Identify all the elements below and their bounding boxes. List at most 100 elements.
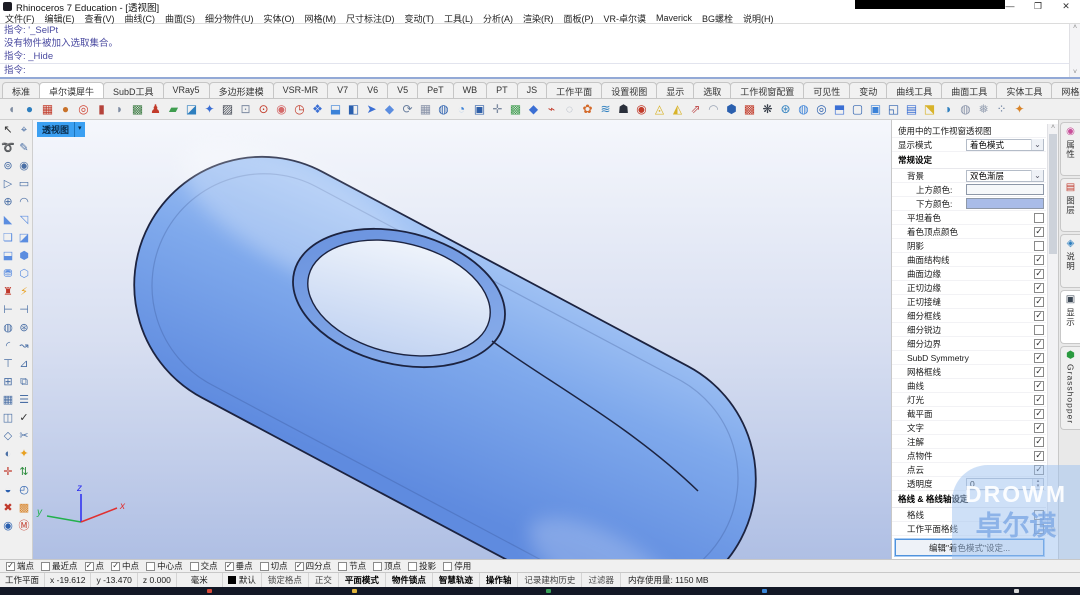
toolbar-tab[interactable]: 工作平面 (546, 82, 603, 98)
osnap-toggle[interactable]: 最近点 (41, 560, 78, 572)
tool-icon[interactable]: ⚡ (17, 284, 32, 300)
toolbar-icon[interactable]: ▰ (166, 101, 181, 117)
toolbar-icon[interactable]: ❅ (976, 101, 991, 117)
status-toggle[interactable]: 操作轴 (480, 573, 519, 587)
osnap-toggle[interactable]: 顶点 (373, 560, 401, 572)
osnap-checkbox[interactable] (84, 561, 94, 571)
toolbar-icon[interactable]: ⬢ (724, 101, 739, 117)
panel-row[interactable]: 正切接缝 (892, 295, 1046, 309)
panel-row[interactable]: 细分边界 (892, 337, 1046, 351)
menu-item[interactable]: 面板(P) (559, 12, 599, 25)
toolbar-tab[interactable]: 显示 (656, 82, 695, 98)
toolbar-icon[interactable]: ♟ (148, 101, 163, 117)
setting-checkbox[interactable] (1034, 282, 1044, 293)
osnap-toggle[interactable]: 点 (84, 560, 104, 572)
panel-row[interactable]: 格线 (892, 508, 1046, 522)
osnap-toggle[interactable]: 四分点 (294, 560, 331, 572)
tool-icon[interactable]: ⌖ (17, 122, 32, 138)
command-area[interactable]: 指令: '_SelPt 没有物件被加入选取集合。 指令: _Hide 指令: (0, 24, 1080, 79)
side-panel-tab[interactable]: ▣ 显示 (1060, 290, 1080, 344)
tool-icon[interactable]: ◍ (1, 320, 16, 336)
toolbar-icon[interactable]: ➤ (364, 101, 379, 117)
side-panel-tab[interactable]: ◉ 属性 (1060, 122, 1080, 176)
command-scrollbar[interactable] (1069, 24, 1080, 77)
osnap-toggle[interactable]: 中心点 (146, 560, 183, 572)
toolbar-tab[interactable]: 实体工具 (996, 82, 1053, 98)
osnap-checkbox[interactable] (189, 561, 199, 571)
units-cell[interactable]: 毫米 (177, 573, 223, 587)
viewport-menu-arrow-icon[interactable]: ▾ (74, 122, 85, 137)
toolbar-icon[interactable]: ❋ (760, 101, 775, 117)
panel-row[interactable]: 格线 & 格线轴设定 (892, 491, 1046, 508)
status-toggle[interactable]: 正交 (309, 573, 339, 587)
command-input[interactable]: 指令: (0, 63, 1080, 77)
tool-icon[interactable]: ☰ (17, 392, 32, 408)
tool-icon[interactable]: ◹ (17, 212, 32, 228)
toolbar-tab[interactable]: PT (486, 82, 518, 98)
toolbar-tab[interactable]: VSR-MR (272, 82, 329, 98)
tool-icon[interactable]: ◉ (1, 518, 16, 534)
tool-icon[interactable]: ◠ (17, 194, 32, 210)
osnap-toggle[interactable]: 交点 (189, 560, 218, 572)
toolbar-tab[interactable]: 标准 (2, 82, 41, 98)
osnap-toggle[interactable]: 停用 (443, 560, 471, 572)
setting-checkbox[interactable] (1034, 212, 1044, 223)
toolbar-icon[interactable]: ◠ (706, 101, 721, 117)
toolbar-tab[interactable]: 设置视图 (601, 82, 658, 98)
toolbar-icon[interactable]: ▨ (220, 101, 235, 117)
close-button[interactable]: ✕ (1052, 0, 1080, 13)
panel-row[interactable]: 细分框线 (892, 309, 1046, 323)
panel-row[interactable]: 曲面结构线 (892, 253, 1046, 267)
tool-icon[interactable]: ⛃ (1, 266, 16, 282)
menu-item[interactable]: 细分物件(U) (200, 12, 259, 25)
setting-checkbox[interactable] (1034, 408, 1044, 419)
setting-checkbox[interactable] (1034, 422, 1044, 433)
toolbar-icon[interactable]: ≋ (598, 101, 613, 117)
toolbar-tab[interactable]: 网格工具 (1051, 82, 1080, 98)
toolbar-tab[interactable]: PeT (417, 82, 454, 98)
toolbar-icon[interactable]: ▦ (40, 101, 55, 117)
setting-dropdown[interactable]: 着色模式 (966, 138, 1044, 151)
panel-row[interactable]: 工作平面格线 (892, 522, 1046, 536)
tool-icon[interactable]: ◇ (1, 428, 16, 444)
setting-checkbox[interactable] (1034, 523, 1044, 534)
tool-icon[interactable]: ❏ (1, 230, 16, 246)
maximize-button[interactable]: ❐ (1024, 0, 1052, 13)
setting-checkbox[interactable] (1034, 394, 1044, 405)
toolbar-tab[interactable]: 多边形建模 (208, 82, 274, 98)
toolbar-icon[interactable]: ▣ (472, 101, 487, 117)
tool-icon[interactable]: ◴ (17, 482, 32, 498)
tool-icon[interactable]: ♜ (1, 284, 16, 300)
menu-item[interactable]: 尺寸标注(D) (341, 12, 400, 25)
tool-icon[interactable]: ⬢ (17, 248, 32, 264)
menu-item[interactable]: 变动(T) (400, 12, 440, 25)
panel-row[interactable]: 曲面边缘 (892, 267, 1046, 281)
toolbar-icon[interactable]: ☗ (616, 101, 631, 117)
tool-icon[interactable]: ⊕ (1, 194, 16, 210)
panel-row[interactable]: SubD Symmetry (892, 351, 1046, 365)
toolbar-icon[interactable]: ⬔ (922, 101, 937, 117)
toolbar-tab[interactable]: V5 (387, 82, 419, 98)
tool-icon[interactable]: ⊛ (17, 320, 32, 336)
viewport-tab[interactable]: 透视图 (37, 122, 75, 137)
toolbar-tab[interactable]: 选取 (693, 82, 732, 98)
panel-row[interactable]: 点物件 (892, 449, 1046, 463)
toolbar-icon[interactable]: ▢ (850, 101, 865, 117)
osnap-checkbox[interactable] (146, 561, 156, 571)
panel-row[interactable]: 常规设定 (892, 152, 1046, 169)
toolbar-icon[interactable]: ⊙ (256, 101, 271, 117)
menu-item[interactable]: VR-卓尔谟 (599, 12, 652, 25)
tool-icon[interactable]: ↖ (1, 122, 16, 138)
menu-item[interactable]: 说明(H) (738, 12, 779, 25)
tool-icon[interactable]: ✂ (17, 428, 32, 444)
menu-item[interactable]: 工具(L) (439, 12, 478, 25)
toolbar-tab[interactable]: 可见性 (803, 82, 851, 98)
toolbar-icon[interactable]: ⌁ (544, 101, 559, 117)
tool-icon[interactable]: ◫ (1, 410, 16, 426)
setting-spinner[interactable]: 0 (966, 477, 1044, 490)
osnap-checkbox[interactable] (41, 561, 51, 571)
status-toggle[interactable]: 记录建构历史 (518, 573, 583, 587)
toolbar-icon[interactable]: ⬓ (328, 101, 343, 117)
panel-row[interactable]: 细分锐边 (892, 323, 1046, 337)
panel-row[interactable]: 透明度 0 0 0 (892, 477, 1046, 491)
